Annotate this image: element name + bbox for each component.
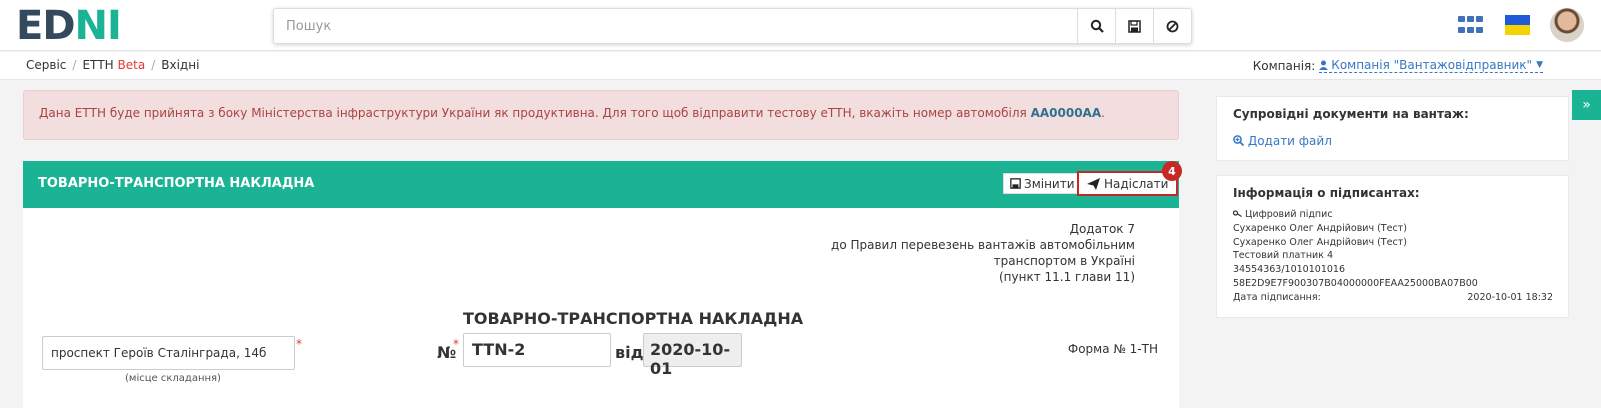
- add-file-link[interactable]: Додати файл: [1233, 134, 1332, 148]
- signature-type: Цифровий підпис: [1232, 208, 1553, 222]
- clear-search-button[interactable]: [1153, 9, 1191, 43]
- document-date-field: 2020-10-01: [643, 333, 742, 378]
- required-mark: *: [453, 337, 459, 351]
- edin-logo[interactable]: ED N I: [16, 3, 122, 49]
- breadcrumb-separator: /: [151, 58, 156, 72]
- signature-type-label: Цифровий підпис: [1245, 209, 1333, 220]
- paper-plane-icon: [1087, 177, 1100, 190]
- send-button-label: Надіслати: [1104, 176, 1169, 191]
- document-title: ТОВАРНО-ТРАНСПОРТНА НАКЛАДНА: [463, 309, 804, 328]
- company-value: Компанія "Вантажовідправник": [1331, 58, 1533, 72]
- signer-name: Сухаренко Олег Андрійович (Тест): [1233, 236, 1407, 248]
- save-search-button[interactable]: [1115, 9, 1153, 43]
- annex-line: транспортом в Україні: [993, 254, 1135, 268]
- signer-name: Сухаренко Олег Андрійович (Тест): [1233, 222, 1407, 234]
- chevron-down-icon: ▼: [1536, 60, 1543, 70]
- alert-text: Дана ЕТТН буде прийнята з боку Міністерс…: [39, 106, 1031, 120]
- save-icon: [1010, 178, 1021, 189]
- logo-text-n: N: [74, 3, 108, 49]
- company-selector: Компанія: Компанія "Вантажовідправник" ▼: [1253, 58, 1543, 73]
- annex-note: Додаток 7 до Правил перевезень вантажів …: [831, 221, 1135, 285]
- save-icon: [1128, 19, 1141, 33]
- panel-title: ТОВАРНО-ТРАНСПОРТНА НАКЛАДНА: [38, 176, 315, 191]
- sign-date-row: Дата підписання: 2020-10-01 18:32: [1233, 291, 1553, 305]
- company-dropdown[interactable]: Компанія "Вантажовідправник" ▼: [1319, 58, 1543, 73]
- sign-date-value: 2020-10-01 18:32: [1467, 291, 1553, 303]
- annex-line: Додаток 7: [1069, 222, 1135, 236]
- signature-details: Цифровий підпис Сухаренко Олег Андрійови…: [1232, 208, 1553, 305]
- search-icon: [1090, 19, 1104, 33]
- logo-text-i: I: [107, 3, 122, 49]
- step-badge: 4: [1162, 161, 1182, 181]
- search-input[interactable]: [274, 9, 1077, 43]
- user-icon: [1319, 60, 1329, 70]
- attached-documents-panel: Супровідні документи на вантаж: Додати ф…: [1216, 96, 1569, 161]
- signer-organization: Тестовий платник 4: [1233, 250, 1334, 262]
- breadcrumb-separator: /: [72, 58, 77, 72]
- required-mark: *: [296, 337, 302, 351]
- alert-text-end: .: [1101, 106, 1105, 120]
- edit-button[interactable]: Змінити: [1003, 173, 1082, 194]
- edit-button-label: Змінити: [1024, 176, 1075, 191]
- breadcrumb-item-inbox: Вхідні: [161, 58, 200, 72]
- place-of-issue-input[interactable]: проспект Героїв Сталінграда, 14б: [42, 336, 295, 370]
- panel-header: ТОВАРНО-ТРАНСПОРТНА НАКЛАДНА Змінити Над…: [23, 161, 1179, 208]
- apps-grid-icon[interactable]: [1458, 16, 1484, 36]
- logo-text-ed: ED: [16, 3, 76, 49]
- breadcrumb-bar: Сервіс / ЕТТН Beta / Вхідні Компанія: Ко…: [0, 52, 1601, 80]
- top-navbar: ED N I: [0, 0, 1601, 51]
- signers-info-panel: Інформація о підписантах: Цифровий підпи…: [1216, 175, 1569, 318]
- date-label: від: [615, 343, 644, 362]
- breadcrumb-item-ettn[interactable]: ЕТТН Beta: [82, 58, 145, 72]
- company-label: Компанія:: [1252, 58, 1316, 73]
- test-mode-alert: Дана ЕТТН буде прийнята з боку Міністерс…: [23, 90, 1179, 140]
- alert-plate-number: АА0000АА: [1030, 106, 1102, 120]
- form-number: Форма № 1-ТН: [1067, 342, 1158, 356]
- add-file-label: Додати файл: [1247, 134, 1332, 148]
- certificate-serial: 58E2D9E7F900307B04000000FEAA25000BA07B00: [1233, 277, 1478, 289]
- block-icon: [1166, 20, 1179, 32]
- ttn-document-panel: ТОВАРНО-ТРАНСПОРТНА НАКЛАДНА Змінити Над…: [23, 161, 1182, 408]
- place-of-issue-caption: (місце складання): [125, 373, 221, 384]
- signer-codes: 34554363/1010101016: [1233, 264, 1345, 276]
- beta-badge: Beta: [117, 58, 146, 72]
- annex-line: до Правил перевезень вантажів автомобіль…: [831, 238, 1135, 252]
- sign-date-label: Дата підписання:: [1233, 291, 1321, 303]
- ukraine-flag-icon[interactable]: [1505, 15, 1530, 35]
- key-icon: [1232, 210, 1242, 218]
- breadcrumb: Сервіс / ЕТТН Beta / Вхідні: [26, 58, 199, 72]
- signers-info-title: Інформація о підписантах:: [1233, 186, 1420, 200]
- document-number-input[interactable]: TTN-2: [463, 333, 611, 367]
- zoom-in-icon: [1233, 135, 1245, 147]
- search-button[interactable]: [1077, 9, 1115, 43]
- annex-line: (пункт 11.1 глави 11): [998, 270, 1135, 284]
- breadcrumb-label-ettn: ЕТТН: [82, 58, 114, 72]
- search-bar: [273, 8, 1192, 44]
- avatar[interactable]: [1550, 8, 1584, 42]
- sidebar-toggle-button[interactable]: »: [1572, 90, 1601, 120]
- breadcrumb-item-service[interactable]: Сервіс: [26, 58, 66, 72]
- attached-documents-title: Супровідні документи на вантаж:: [1233, 107, 1469, 121]
